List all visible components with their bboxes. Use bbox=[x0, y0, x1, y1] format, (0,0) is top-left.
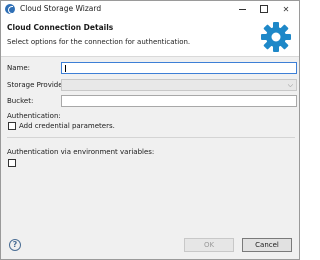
page-subtitle: Select options for the connection for au… bbox=[7, 38, 191, 46]
app-logo-icon bbox=[5, 4, 15, 14]
credential-params-checkbox[interactable] bbox=[8, 122, 16, 130]
env-auth-checkbox[interactable] bbox=[8, 159, 16, 167]
maximize-button[interactable] bbox=[253, 1, 275, 17]
storage-provider-select[interactable]: ⌵ bbox=[61, 79, 297, 91]
credential-params-label[interactable]: Add credential parameters. bbox=[19, 122, 115, 130]
help-icon[interactable]: ? bbox=[9, 239, 21, 251]
name-input[interactable] bbox=[61, 62, 297, 74]
minimize-button[interactable] bbox=[231, 1, 253, 17]
header-banner: Cloud Connection Details Select options … bbox=[1, 17, 299, 57]
bucket-label: Bucket: bbox=[7, 97, 34, 105]
env-auth-label: Authentication via environment variables… bbox=[7, 148, 155, 156]
window-title: Cloud Storage Wizard bbox=[20, 4, 102, 13]
name-label: Name: bbox=[7, 64, 31, 72]
page-title: Cloud Connection Details bbox=[7, 23, 114, 32]
chevron-down-icon: ⌵ bbox=[287, 81, 293, 89]
wizard-window: Cloud Storage Wizard Cloud Connection De… bbox=[0, 0, 300, 260]
title-bar: Cloud Storage Wizard bbox=[1, 1, 299, 17]
cancel-button[interactable]: Cancel bbox=[242, 238, 292, 252]
storage-provider-label: Storage Provider: bbox=[7, 81, 68, 89]
text-caret bbox=[65, 65, 66, 72]
bucket-input[interactable] bbox=[61, 95, 297, 107]
gear-icon bbox=[261, 22, 291, 52]
divider bbox=[7, 137, 295, 138]
authentication-label: Authentication: bbox=[7, 112, 61, 120]
close-button[interactable] bbox=[275, 1, 297, 17]
ok-button[interactable]: OK bbox=[184, 238, 234, 252]
